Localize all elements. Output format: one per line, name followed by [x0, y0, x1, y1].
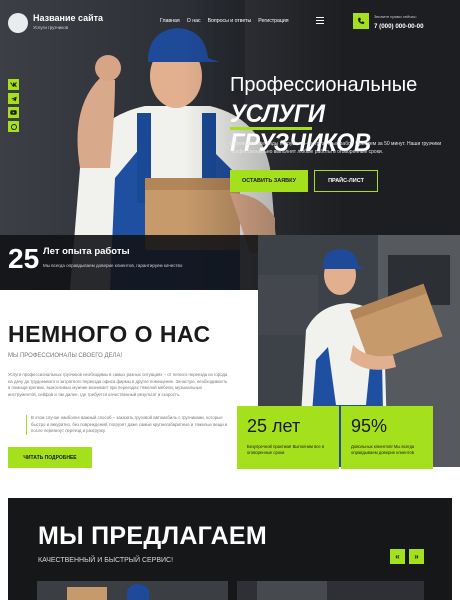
prev-arrow-button[interactable]: « — [390, 549, 405, 564]
stat-value: 25 лет — [247, 416, 301, 436]
site-subtitle: Услуги грузчиков — [33, 25, 69, 30]
stat-text: Безупречной практики! Выполним все в ого… — [247, 444, 325, 456]
nav-item-home[interactable]: Главная — [160, 18, 180, 24]
about-subtitle: МЫ ПРОФЕССИОНАЛЫ СВОЕГО ДЕЛА! — [8, 353, 123, 359]
stat-value: 95% — [351, 416, 388, 436]
nav-item-register[interactable]: Регистрация — [258, 18, 288, 24]
price-list-button[interactable]: ПРАЙС-ЛИСТ — [314, 170, 378, 192]
top-bar: Название сайта Услуги грузчиков Главная … — [0, 0, 460, 42]
main-nav: Главная О нас Вопросы и ответы Регистрац… — [160, 18, 289, 24]
read-more-button[interactable]: ЧИТАТЬ ПОДРОБНЕЕ — [8, 447, 92, 468]
about-paragraph: Услуги профессиональных грузчиков необхо… — [8, 372, 228, 397]
about-title: НЕМНОГО О НАС — [8, 321, 211, 347]
experience-number: 25 — [8, 243, 40, 274]
offer-title: МЫ ПРЕДЛАГАЕМ — [38, 522, 268, 550]
nav-item-faq[interactable]: Вопросы и ответы — [208, 18, 252, 24]
vk-icon[interactable] — [8, 79, 19, 90]
experience-bar: 25 Лет опыта работы Мы всегда оправдывае… — [0, 235, 258, 290]
stat-card-years: 25 лет Безупречной практики! Выполним вс… — [237, 406, 339, 469]
site-name[interactable]: Название сайта — [33, 13, 103, 23]
offer-subtitle: КАЧЕСТВЕННЫЙ И БЫСТРЫЙ СЕРВИС! — [38, 557, 174, 564]
phone-caption: Звоните прямо сейчас: — [374, 14, 417, 19]
service-card[interactable] — [237, 581, 424, 600]
youtube-icon[interactable] — [8, 107, 19, 118]
about-quote: В этом случае наиболее важный способ – з… — [26, 415, 230, 435]
experience-title: Лет опыта работы — [43, 246, 130, 257]
telegram-icon[interactable] — [8, 93, 19, 104]
hero-title-line1: Профессиональные — [230, 74, 418, 96]
nav-item-about[interactable]: О нас — [187, 18, 201, 24]
stat-card-clients: 95% Довольных клиентов! Мы всегда оправд… — [341, 406, 433, 469]
phone-number[interactable]: 7 (000) 000-00-00 — [374, 23, 424, 30]
stat-text: Довольных клиентов! Мы всегда оправдывае… — [351, 444, 415, 456]
menu-icon[interactable] — [316, 17, 324, 24]
logo[interactable] — [8, 13, 28, 33]
offer-section: МЫ ПРЕДЛАГАЕМ КАЧЕСТВЕННЫЙ И БЫСТРЫЙ СЕР… — [8, 498, 452, 600]
social-links — [8, 79, 19, 132]
next-arrow-button[interactable]: » — [409, 549, 424, 564]
title-underline — [230, 127, 312, 130]
phone-icon[interactable] — [353, 13, 369, 29]
hero-description: Перевозим все виды погрузочно-разгрузочн… — [230, 141, 442, 155]
whatsapp-icon[interactable] — [8, 121, 19, 132]
service-card[interactable] — [37, 581, 228, 600]
experience-subtitle: Мы всегда оправдываем доверие клиентов, … — [43, 263, 183, 268]
order-button[interactable]: ОСТАВИТЬ ЗАЯВКУ — [230, 170, 308, 192]
